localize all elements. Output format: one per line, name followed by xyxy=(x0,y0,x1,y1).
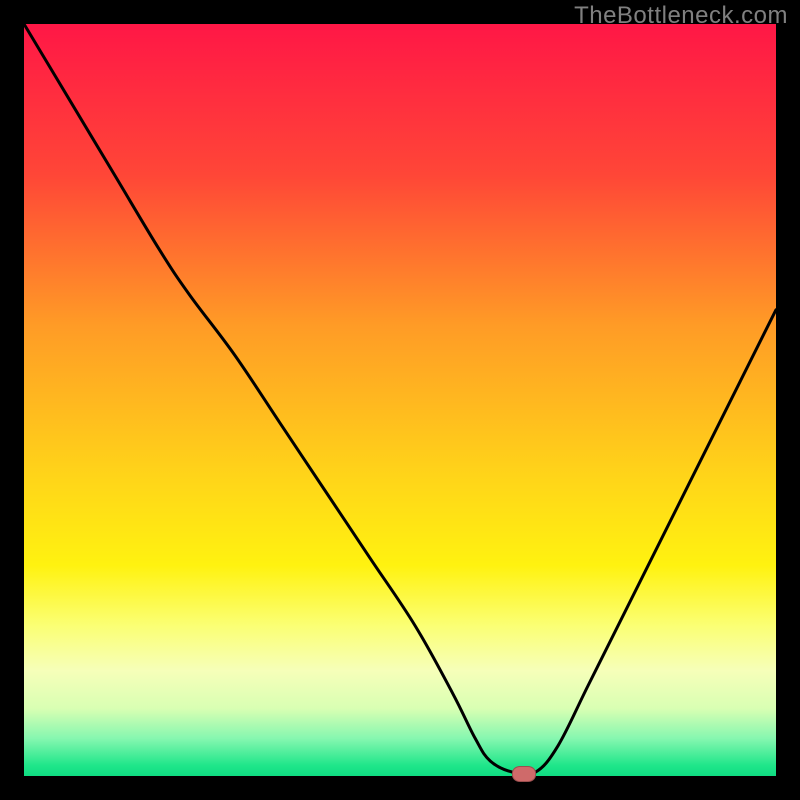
plot-area xyxy=(24,24,776,776)
background-gradient xyxy=(24,24,776,776)
chart-frame: TheBottleneck.com xyxy=(0,0,800,800)
watermark-text: TheBottleneck.com xyxy=(574,2,788,30)
